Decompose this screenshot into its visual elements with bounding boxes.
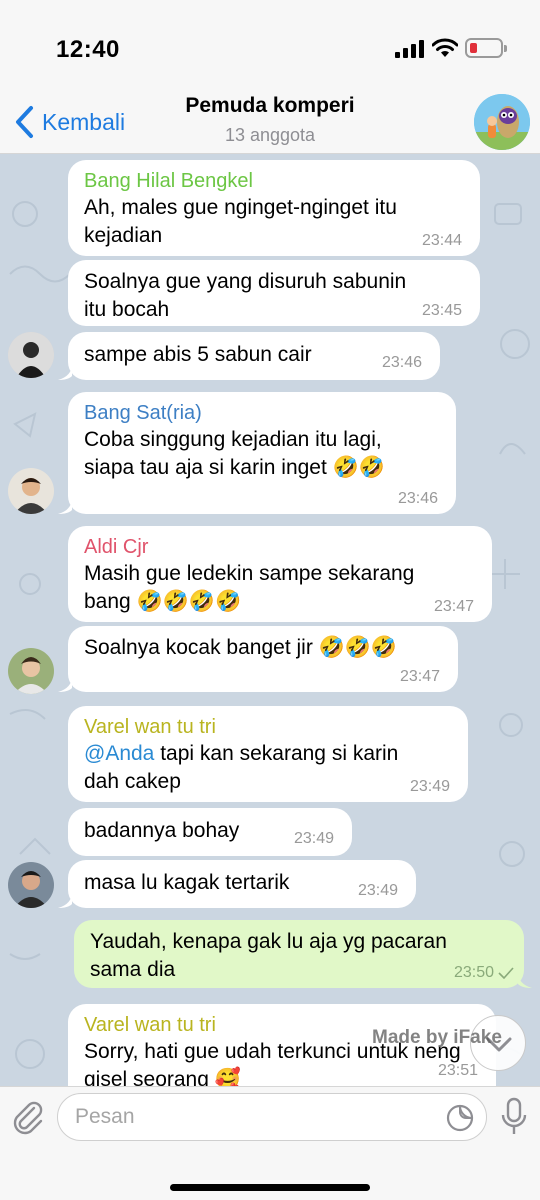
sender-name[interactable]: Varel wan tu tri (84, 714, 452, 740)
avatar[interactable] (8, 648, 54, 694)
message-text: Masih gue ledekin sampe sekarang bang 🤣🤣… (84, 562, 415, 613)
chat-header: Kembali Pemuda komperi 13 anggota (0, 92, 540, 154)
sender-name[interactable]: Bang Hilal Bengkel (84, 168, 464, 194)
message-text: Yaudah, kenapa gak lu aja yg pacaran sam… (90, 930, 447, 981)
chat-title[interactable]: Pemuda komperi (0, 94, 540, 118)
message-time: 23:47 (399, 668, 440, 685)
message-time: 23:46 (381, 354, 422, 371)
bubble-tail (58, 892, 72, 908)
bubble-tail (518, 972, 532, 988)
sticker-icon[interactable] (446, 1104, 474, 1132)
watermark: Made by iFake (372, 1027, 502, 1048)
message-text: Soalnya gue yang disuruh sabunin itu boc… (84, 270, 407, 321)
status-bar: 12:40 (0, 0, 540, 92)
message-time: 23:45 (421, 302, 462, 319)
message-bubble[interactable]: Soalnya gue yang disuruh sabunin itu boc… (68, 260, 480, 326)
message-bubble[interactable]: Aldi Cjr Masih gue ledekin sampe sekaran… (68, 526, 492, 622)
input-bar (0, 1086, 540, 1200)
message-bubble[interactable]: masa lu kagak tertarik 23:49 (68, 860, 416, 908)
wifi-icon (432, 38, 458, 57)
group-avatar[interactable] (474, 94, 530, 150)
message-bubble[interactable]: Bang Hilal Bengkel Ah, males gue nginget… (68, 160, 480, 256)
message-time: 23:49 (293, 830, 334, 847)
message-bubble[interactable]: sampe abis 5 sabun cair 23:46 (68, 332, 440, 380)
paperclip-icon[interactable] (10, 1099, 46, 1135)
message-time: 23:49 (357, 882, 398, 899)
battery-icon (465, 38, 507, 58)
message-text: Ah, males gue nginget-nginget itu kejadi… (84, 196, 397, 247)
member-count: 13 anggota (224, 125, 316, 145)
mention-link[interactable]: @Anda (84, 742, 154, 765)
bubble-tail (58, 364, 72, 380)
message-text: @Anda tapi kan sekarang si karin dah cak… (84, 740, 452, 796)
message-bubble[interactable]: Varel wan tu tri @Anda tapi kan sekarang… (68, 706, 468, 802)
avatar[interactable] (8, 468, 54, 514)
message-time: 23:44 (421, 232, 462, 249)
bubble-tail (58, 498, 72, 514)
message-text: masa lu kagak tertarik (84, 871, 290, 894)
outgoing-message-bubble[interactable]: Yaudah, kenapa gak lu aja yg pacaran sam… (74, 920, 524, 988)
message-text: Coba singgung kejadian itu lagi, siapa t… (84, 428, 385, 479)
message-text: sampe abis 5 sabun cair (84, 343, 312, 366)
message-input[interactable] (57, 1093, 487, 1141)
bubble-tail (58, 676, 72, 692)
message-bubble[interactable]: Soalnya kocak banget jir 🤣🤣🤣 23:47 (68, 626, 458, 692)
sender-name[interactable]: Aldi Cjr (84, 534, 476, 560)
message-time: 23:46 (397, 490, 438, 507)
message-text: Soalnya kocak banget jir 🤣🤣🤣 (84, 636, 398, 659)
sender-name[interactable]: Bang Sat(ria) (84, 400, 440, 426)
message-bubble[interactable]: badannya bohay 23:49 (68, 808, 352, 856)
avatar[interactable] (8, 862, 54, 908)
chat-area[interactable]: Bang Hilal Bengkel Ah, males gue nginget… (0, 154, 540, 1086)
message-time: 23:50 (453, 964, 494, 981)
message-time: 23:47 (433, 598, 474, 615)
home-indicator (170, 1184, 370, 1191)
check-icon (498, 967, 514, 979)
message-bubble[interactable]: Bang Sat(ria) Coba singgung kejadian itu… (68, 392, 456, 514)
cellular-signal-icon (395, 40, 425, 58)
message-time: 23:49 (409, 778, 450, 795)
microphone-icon[interactable] (499, 1097, 529, 1137)
avatar[interactable] (8, 332, 54, 378)
status-time: 12:40 (56, 36, 120, 63)
